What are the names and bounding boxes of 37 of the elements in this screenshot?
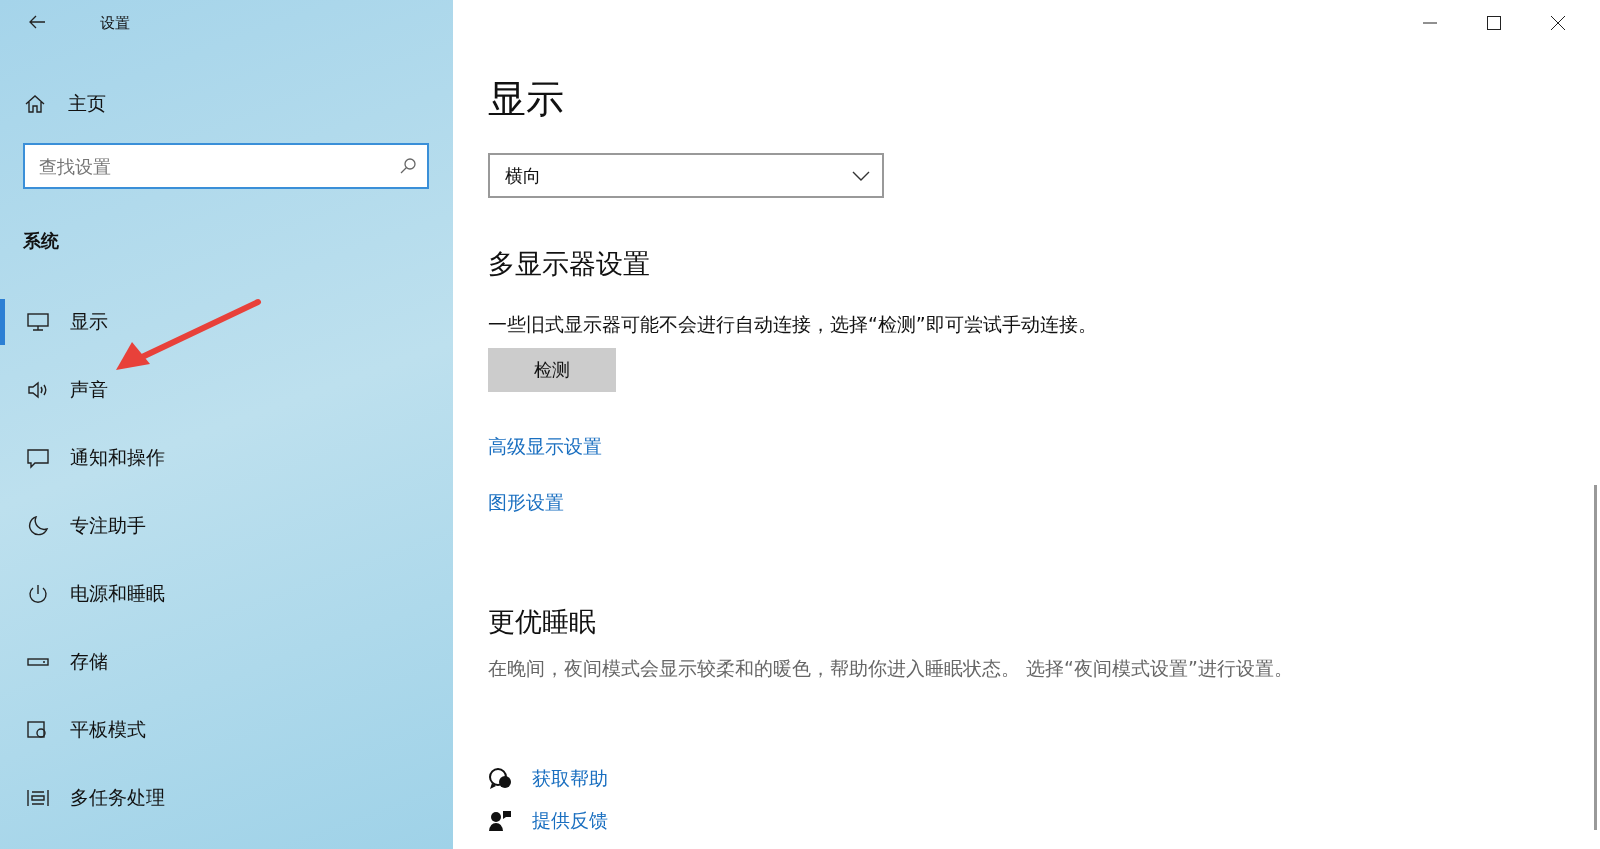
sidebar-item[interactable]: 声音 [0,367,453,413]
section-heading: 系统 [23,229,60,253]
close-icon [1551,16,1565,30]
settings-link[interactable]: 图形设置 [488,490,564,516]
moon-icon [26,515,50,537]
scrollbar[interactable] [1594,485,1597,830]
person-icon [488,809,512,833]
sidebar-item[interactable]: 平板模式 [0,707,453,753]
description-text: 在晚间，夜间模式会显示较柔和的暖色，帮助你进入睡眠状态。 选择“夜间模式设置”进行设置。 [488,656,1293,681]
monitor-icon [26,311,50,333]
home-icon [24,94,46,114]
sidebar-item[interactable]: 多任务处理 [0,775,453,821]
chevron-icon [852,170,870,181]
sidebar-item[interactable]: 存储 [0,639,453,685]
search-field[interactable]: 查找设置 [23,143,429,189]
page-title: 显示 [488,76,564,123]
home-link[interactable]: 主页 [24,91,453,117]
maximize-icon [1487,16,1501,30]
chat-bubble-icon [488,767,512,791]
help-link[interactable]: 获取帮助 [532,766,608,792]
multitask-icon [26,787,50,809]
power-icon [26,583,50,605]
help-link[interactable]: 提供反馈 [532,808,608,834]
back-arrow-icon [28,13,46,30]
sidebar-item[interactable]: 专注助手 [0,503,453,549]
sidebar-item[interactable]: 电源和睡眠 [0,571,453,617]
message-icon [26,447,50,469]
window-title: 设置 [100,13,130,33]
minimize-icon [1423,22,1437,24]
search-icon [399,157,417,175]
settings-link[interactable]: 高级显示设置 [488,434,602,460]
section-heading: 更优睡眠 [488,605,596,639]
orientation-dropdown[interactable]: 横向 [488,153,884,198]
sidebar-item[interactable]: 通知和操作 [0,435,453,481]
section-heading: 多显示器设置 [488,247,650,281]
detect-button[interactable]: 检测 [488,348,616,392]
description-text: 一些旧式显示器可能不会进行自动连接，选择“检测”即可尝试手动连接。 [488,312,1097,337]
